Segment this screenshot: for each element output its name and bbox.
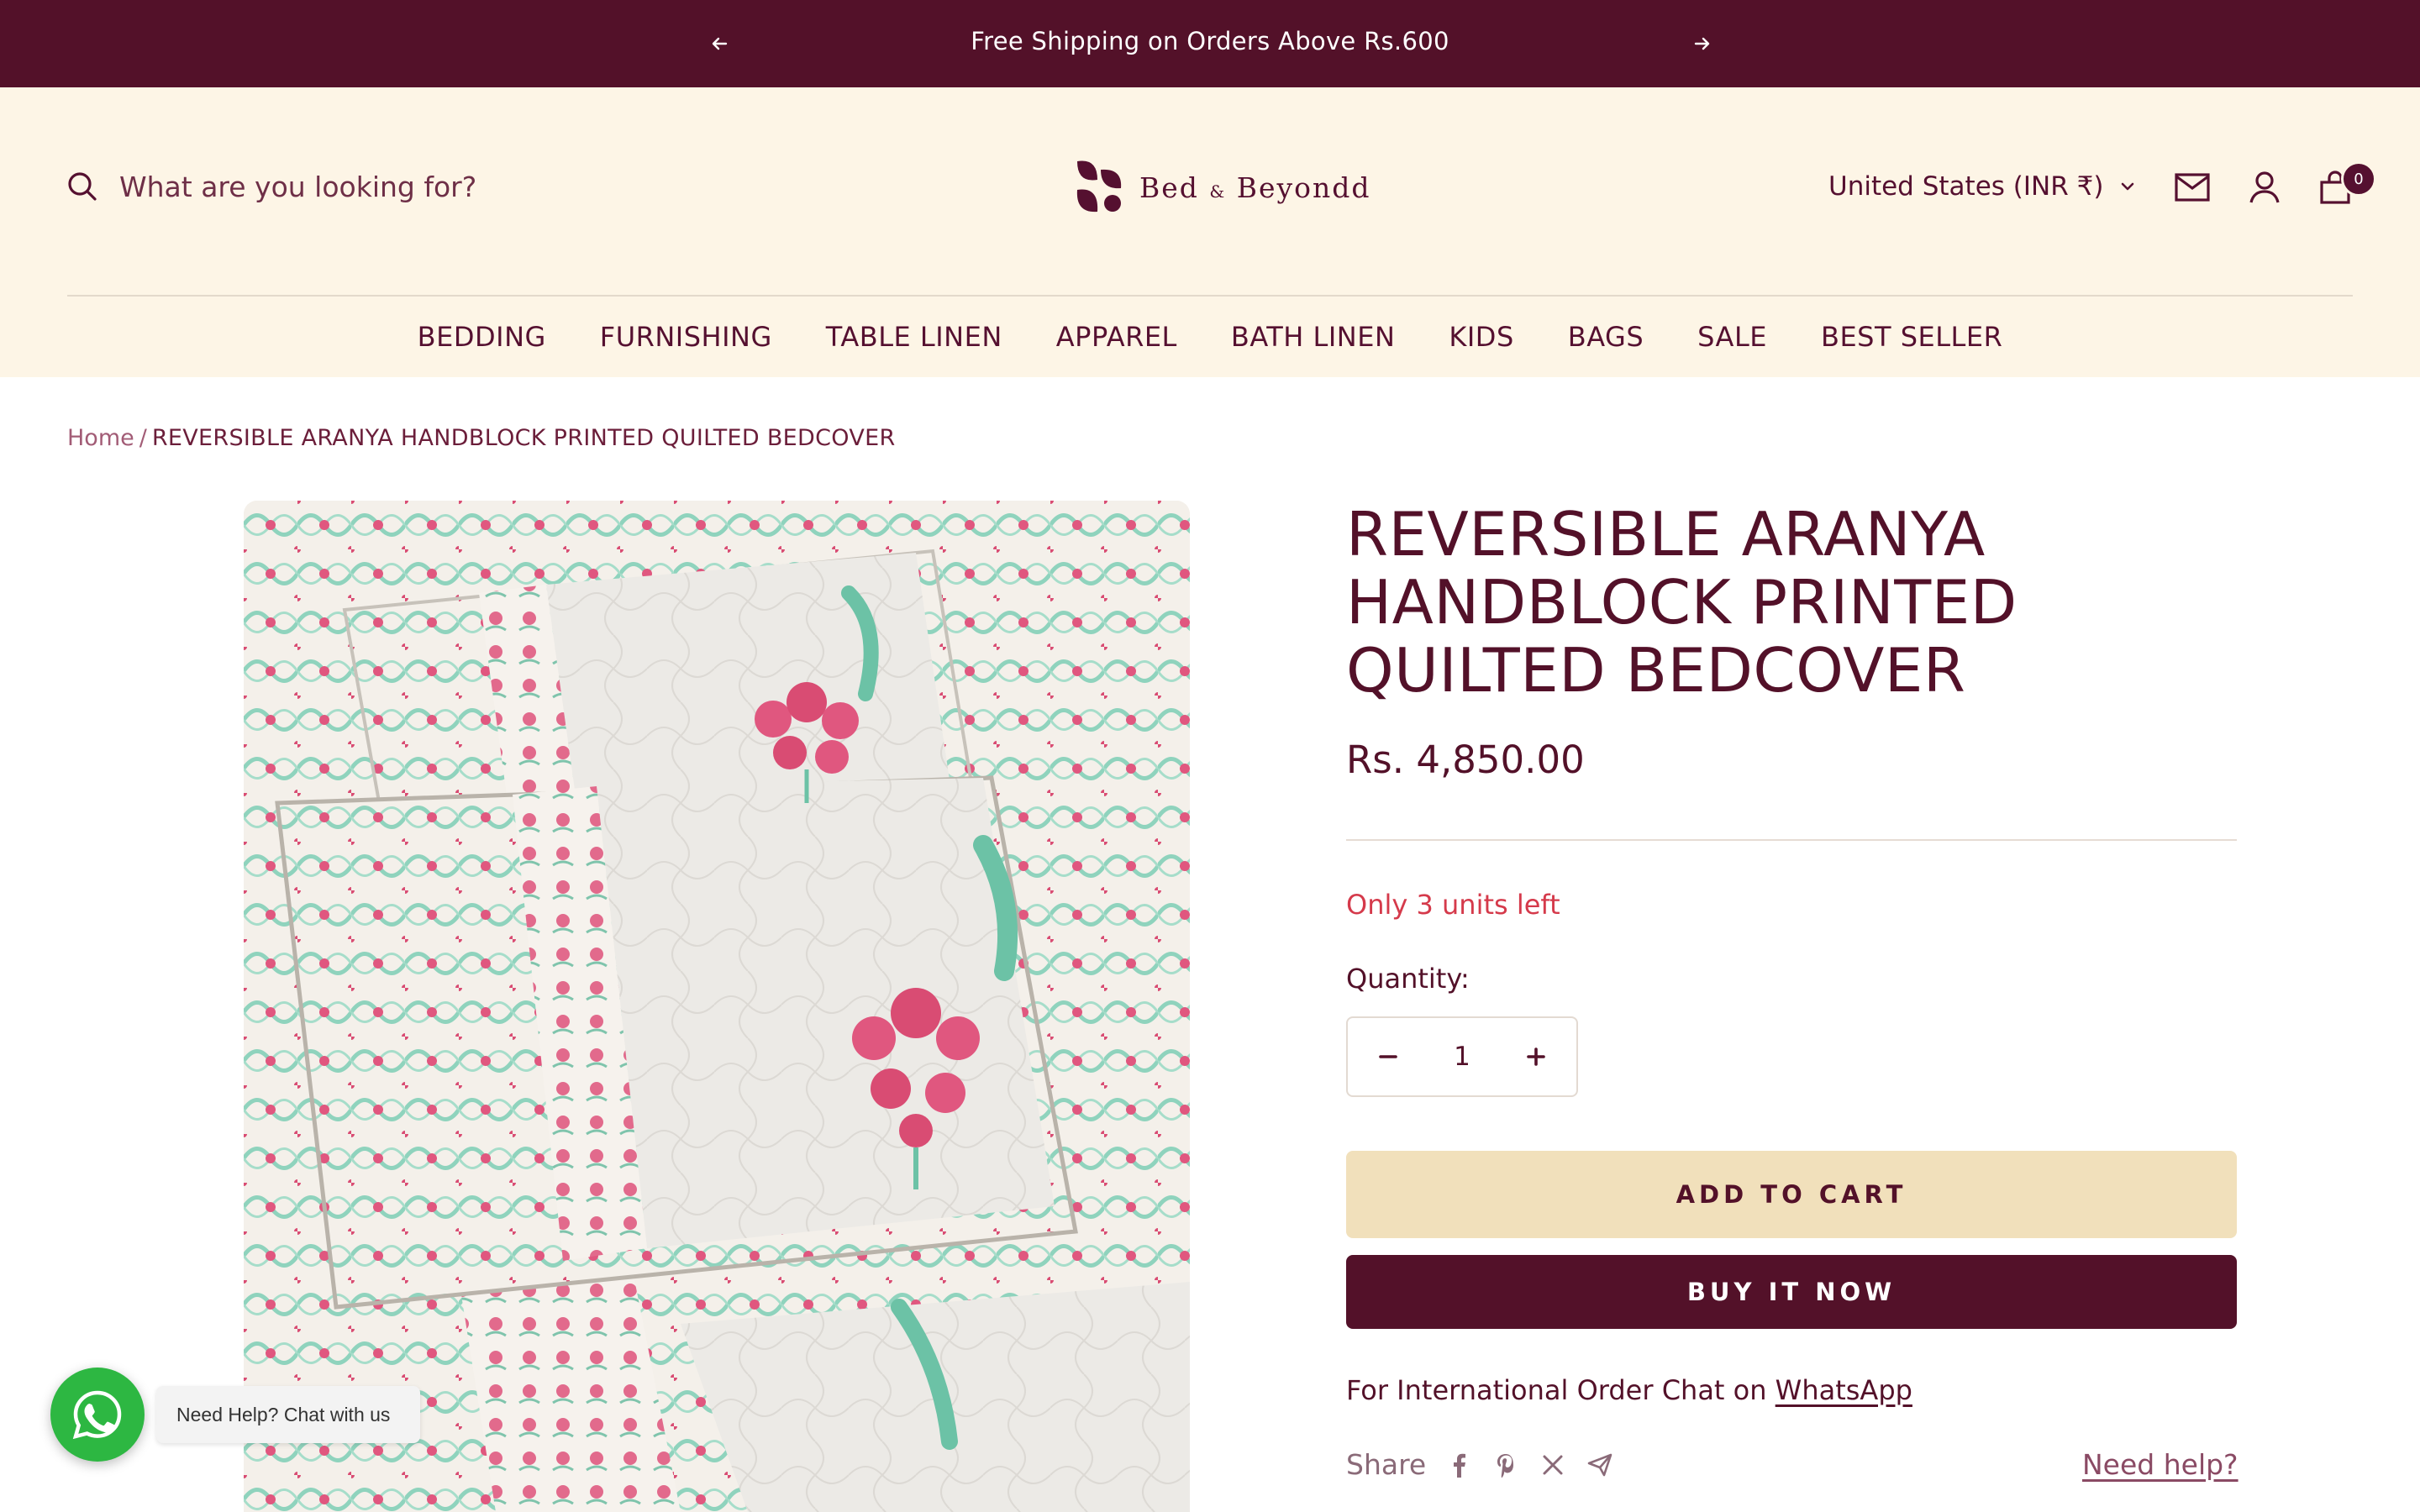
need-help-link[interactable]: Need help? (2082, 1448, 2238, 1481)
nav-item-kids[interactable]: KIDS (1422, 321, 1540, 353)
whatsapp-tooltip[interactable]: Need Help? Chat with us (156, 1386, 421, 1443)
x-twitter-icon (1543, 1455, 1563, 1474)
price-divider (1346, 839, 2237, 841)
breadcrumb: Home / REVERSIBLE ARANYA HANDBLOCK PRINTED… (67, 425, 896, 451)
quantity-stepper: 1 (1346, 1016, 1578, 1097)
main-navigation: BEDDING FURNISHING TABLE LINEN APPAREL B… (0, 321, 2420, 353)
logo-mark-icon (1076, 160, 1122, 213)
country-label: United States (INR ₹) (1828, 171, 2104, 202)
nav-item-bath-linen[interactable]: BATH LINEN (1204, 321, 1423, 353)
whatsapp-chat-button[interactable] (50, 1368, 145, 1462)
breadcrumb-home-link[interactable]: Home (67, 425, 134, 451)
search-bar[interactable]: What are you looking for? (66, 170, 476, 203)
nav-item-furnishing[interactable]: FURNISHING (573, 321, 799, 353)
site-header: What are you looking for? Bed & Beyondd … (0, 87, 2420, 377)
account-button[interactable] (2245, 168, 2284, 207)
quantity-input[interactable]: 1 (1454, 1042, 1470, 1072)
share-pinterest-button[interactable] (1491, 1451, 1520, 1479)
international-order-note: For International Order Chat on WhatsApp (1346, 1374, 1912, 1406)
pinterest-icon (1497, 1453, 1514, 1478)
announcement-text: Free Shipping on Orders Above Rs.600 (971, 27, 1449, 55)
country-selector[interactable]: United States (INR ₹) (1828, 171, 2137, 202)
chevron-down-icon (2122, 182, 2134, 191)
share-x-button[interactable] (1539, 1451, 1567, 1479)
share-facebook-button[interactable] (1444, 1451, 1473, 1479)
arrow-right-icon (1694, 37, 1710, 50)
mail-icon (2175, 173, 2210, 202)
facebook-icon (1454, 1453, 1466, 1478)
nav-item-table-linen[interactable]: TABLE LINEN (799, 321, 1029, 353)
search-icon[interactable] (66, 170, 99, 203)
nav-item-bags[interactable]: BAGS (1541, 321, 1670, 353)
nav-item-best-seller[interactable]: BEST SELLER (1794, 321, 2029, 353)
breadcrumb-current: REVERSIBLE ARANYA HANDBLOCK PRINTED QUIL… (151, 425, 896, 451)
minus-icon (1379, 1055, 1397, 1058)
add-to-cart-button[interactable]: ADD TO CART (1346, 1151, 2237, 1238)
send-icon (1587, 1453, 1612, 1476)
product-image[interactable] (244, 501, 1190, 1512)
header-divider (67, 295, 2353, 297)
whatsapp-icon (72, 1390, 122, 1440)
buy-it-now-button[interactable]: BUY IT NOW (1346, 1255, 2237, 1329)
share-row: Share (1346, 1448, 1614, 1481)
international-order-text: For International Order Chat on (1346, 1374, 1767, 1406)
increase-quantity-button[interactable] (1519, 1040, 1553, 1074)
nav-item-sale[interactable]: SALE (1670, 321, 1794, 353)
announcement-bar: Free Shipping on Orders Above Rs.600 (0, 0, 2420, 87)
stock-status: Only 3 units left (1346, 889, 1560, 921)
decrease-quantity-button[interactable] (1371, 1040, 1405, 1074)
nav-item-bedding[interactable]: BEDDING (391, 321, 573, 353)
breadcrumb-separator: / (139, 425, 147, 451)
product-title: REVERSIBLE ARANYA HANDBLOCK PRINTED QUIL… (1346, 499, 2018, 706)
brand-name: Bed & Beyondd (1139, 171, 1371, 204)
contact-button[interactable] (2173, 168, 2212, 207)
search-input[interactable]: What are you looking for? (119, 171, 476, 203)
share-email-button[interactable] (1586, 1451, 1614, 1479)
product-price: Rs. 4,850.00 (1346, 738, 1585, 782)
quantity-label: Quantity: (1346, 963, 1470, 995)
whatsapp-link[interactable]: WhatsApp (1776, 1374, 1912, 1406)
product-photo (244, 501, 1190, 1512)
cart-count-badge: 0 (2341, 161, 2376, 197)
nav-item-apparel[interactable]: APPAREL (1029, 321, 1204, 353)
brand-logo[interactable]: Bed & Beyondd (1074, 158, 1371, 217)
share-label: Share (1346, 1448, 1427, 1481)
next-announcement-button[interactable] (1684, 25, 1721, 62)
plus-icon (1527, 1047, 1545, 1066)
user-icon (2249, 171, 2280, 203)
